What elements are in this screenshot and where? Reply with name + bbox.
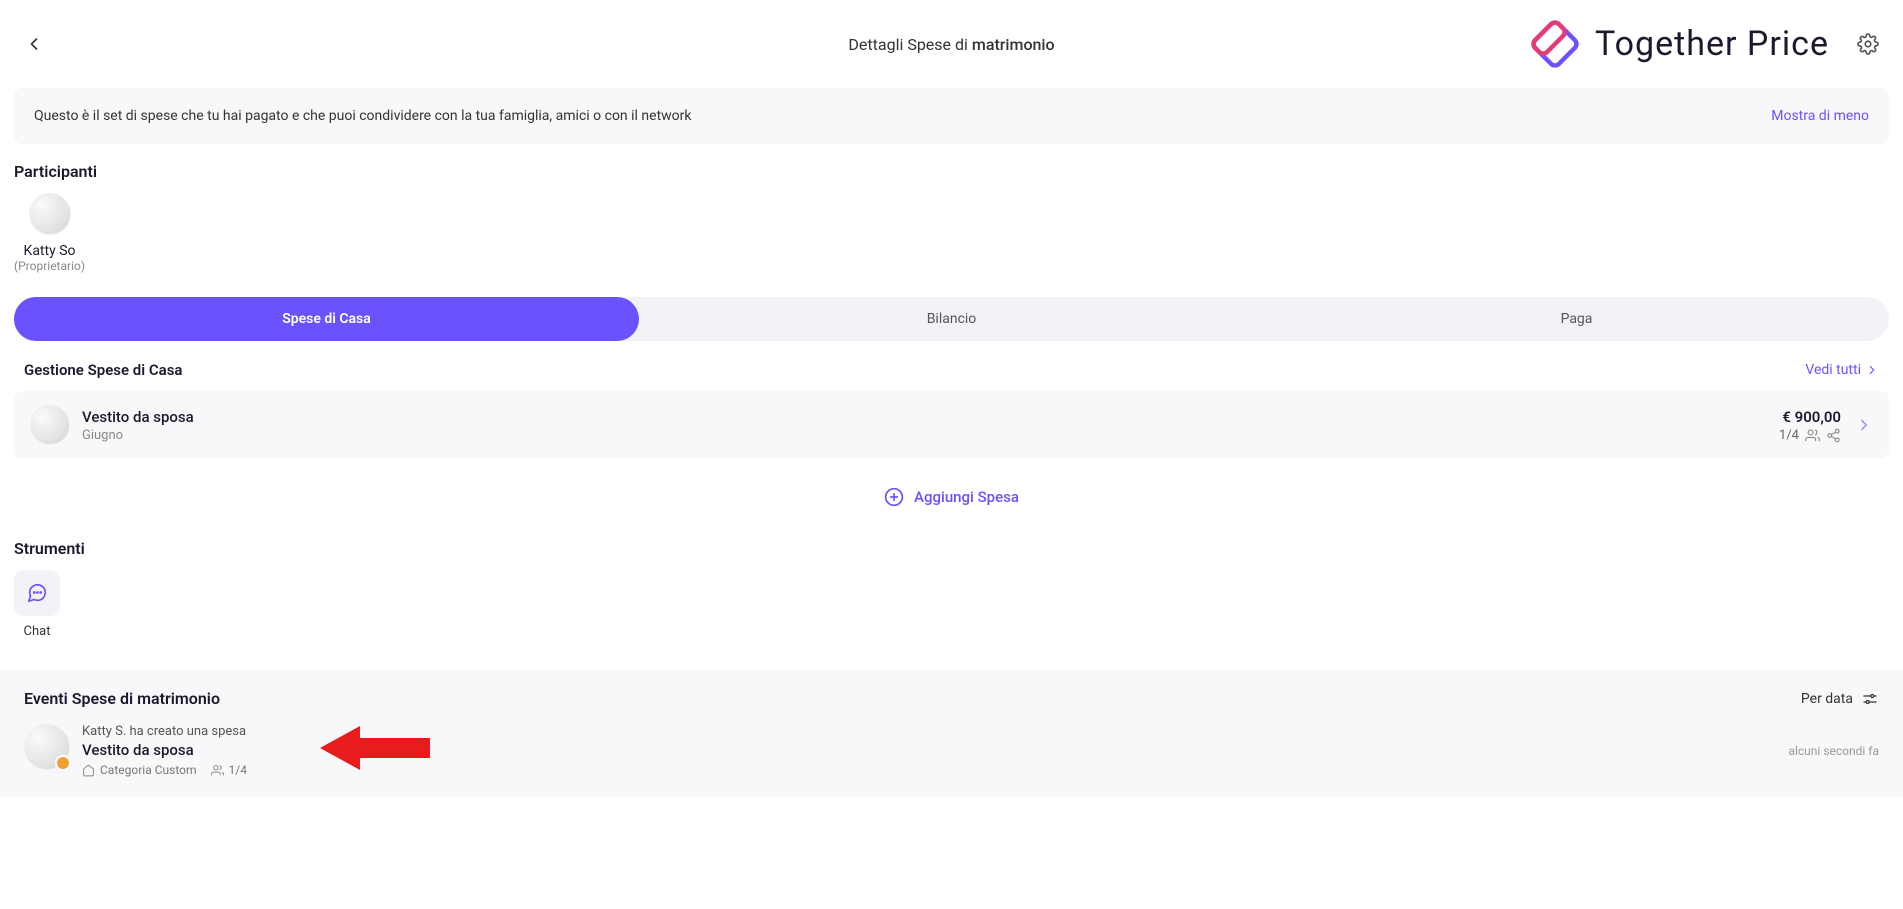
logo-text: Together Price xyxy=(1595,24,1829,64)
participant-role: (Proprietario) xyxy=(14,259,85,273)
event-row[interactable]: Katty S. ha creato una spesa Vestito da … xyxy=(24,724,1879,777)
event-category-label: Categoria Custom xyxy=(100,763,197,777)
avatar-badge-icon xyxy=(55,755,71,771)
event-count-label: 1/4 xyxy=(229,763,247,777)
show-less-link[interactable]: Mostra di meno xyxy=(1771,108,1869,124)
event-time: alcuni secondi fa xyxy=(1788,744,1879,758)
tool-chat[interactable]: Chat xyxy=(14,570,60,639)
see-all-label: Vedi tutti xyxy=(1805,362,1861,378)
expense-amount: € 900,00 xyxy=(1779,408,1841,426)
chat-icon xyxy=(26,582,48,604)
tool-pill xyxy=(14,570,60,616)
tool-label: Chat xyxy=(24,624,51,639)
add-expense-label: Aggiungi Spesa xyxy=(914,488,1019,506)
avatar xyxy=(29,193,71,235)
page-title-em: matrimonio xyxy=(972,35,1055,54)
chevron-right-icon xyxy=(1865,363,1879,377)
chevron-right-icon xyxy=(1855,416,1873,434)
event-avatar xyxy=(24,724,70,770)
gear-icon xyxy=(1857,33,1879,55)
arrow-left-icon xyxy=(320,718,430,778)
logo-icon xyxy=(1527,16,1583,72)
expense-name: Vestito da sposa xyxy=(82,408,1779,426)
info-text: Questo è il set di spese che tu hai paga… xyxy=(34,108,692,124)
event-count: 1/4 xyxy=(211,763,247,777)
filter-icon xyxy=(1861,690,1879,708)
tab-expenses[interactable]: Spese di Casa xyxy=(14,297,639,341)
tools-section: Strumenti Chat xyxy=(0,523,1903,659)
events-header: Eventi Spese di matrimonio Per data xyxy=(24,689,1879,708)
participants-title: Participanti xyxy=(14,162,1889,181)
events-title-prefix: Eventi Spese di xyxy=(24,689,137,708)
page-title: Dettagli Spese di matrimonio xyxy=(848,35,1054,54)
see-all-link[interactable]: Vedi tutti xyxy=(1805,362,1879,378)
events-title: Eventi Spese di matrimonio xyxy=(24,689,220,708)
tab-pay[interactable]: Paga xyxy=(1264,297,1889,341)
participant-item[interactable]: Katty So (Proprietario) xyxy=(14,193,85,273)
events-section: Eventi Spese di matrimonio Per data Katt… xyxy=(0,669,1903,797)
expense-count: 1/4 xyxy=(1779,428,1799,443)
sort-label: Per data xyxy=(1801,691,1853,707)
annotation-arrow xyxy=(320,718,430,778)
expense-count-row: 1/4 xyxy=(1779,428,1841,443)
tab-balance[interactable]: Bilancio xyxy=(639,297,1264,341)
back-button[interactable] xyxy=(24,34,44,54)
home-icon xyxy=(82,764,95,777)
add-expense-button[interactable]: Aggiungi Spesa xyxy=(0,459,1903,523)
expense-amount-block: € 900,00 1/4 xyxy=(1779,408,1841,443)
expenses-header: Gestione Spese di Casa Vedi tutti xyxy=(0,361,1903,391)
page-title-prefix: Dettagli Spese di xyxy=(848,35,971,54)
participants-section: Participanti xyxy=(0,162,1903,181)
app-header: Dettagli Spese di matrimonio Together Pr… xyxy=(0,0,1903,88)
tools-title: Strumenti xyxy=(14,539,1889,558)
share-icon xyxy=(1826,428,1841,443)
users-icon xyxy=(1805,428,1820,443)
sort-button[interactable]: Per data xyxy=(1801,690,1879,708)
participant-name: Katty So xyxy=(24,243,76,259)
expense-right: € 900,00 1/4 xyxy=(1779,408,1873,443)
tabs: Spese di Casa Bilancio Paga xyxy=(14,297,1889,341)
expense-avatar xyxy=(30,405,70,445)
logo: Together Price xyxy=(1527,16,1879,72)
users-icon xyxy=(211,764,224,777)
info-bar: Questo è il set di spese che tu hai paga… xyxy=(14,88,1889,144)
expense-row[interactable]: Vestito da sposa Giugno € 900,00 1/4 xyxy=(14,391,1889,459)
plus-circle-icon xyxy=(884,487,904,507)
event-category: Categoria Custom xyxy=(82,763,197,777)
participants-list: Katty So (Proprietario) xyxy=(0,193,1903,273)
settings-button[interactable] xyxy=(1857,33,1879,55)
events-title-em: matrimonio xyxy=(137,689,220,708)
expense-info: Vestito da sposa Giugno xyxy=(82,408,1779,443)
expense-sub: Giugno xyxy=(82,428,1779,443)
chevron-left-icon xyxy=(24,34,44,54)
expenses-title: Gestione Spese di Casa xyxy=(24,361,183,379)
